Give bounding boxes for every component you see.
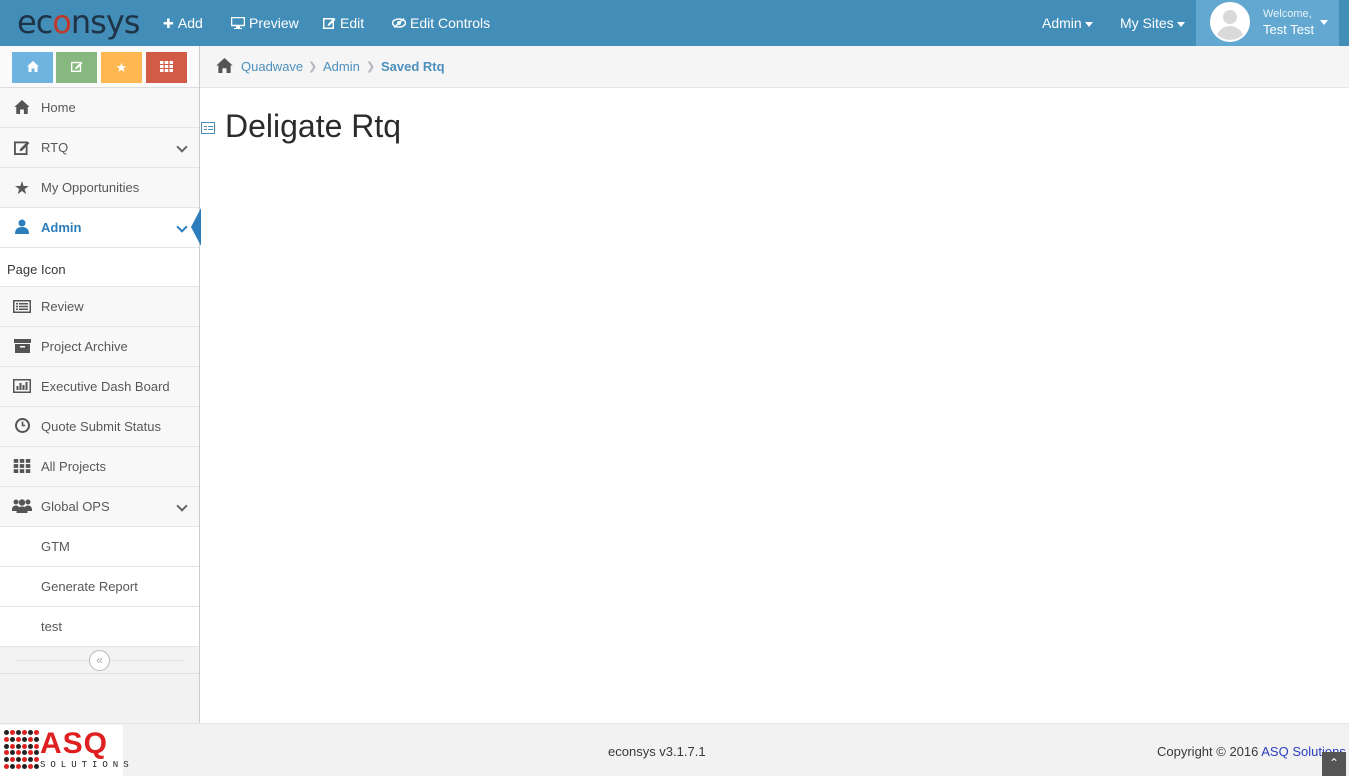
sidebar-item-label: Project Archive: [41, 339, 128, 354]
avatar: [1210, 2, 1250, 42]
sidebar: ★ Home RTQ ★ My Opportunities Admin Page…: [0, 46, 201, 723]
sidebar-subitem-gtm[interactable]: GTM: [0, 527, 199, 567]
edit-controls-button[interactable]: Edit Controls: [391, 0, 491, 47]
edit-icon: [323, 1, 336, 47]
home-icon: [12, 88, 32, 128]
sidebar-item-label: Review: [41, 299, 84, 314]
user-icon: [12, 208, 32, 248]
home-icon: [26, 61, 39, 72]
user-menu[interactable]: Welcome, Test Test: [1196, 0, 1339, 46]
sidebar-item-label: Home: [41, 100, 76, 115]
sidebar-item-label: My Opportunities: [41, 180, 140, 195]
shortcut-home-button[interactable]: [12, 52, 53, 83]
logo-subtext: SOLUTIONS: [40, 760, 134, 770]
my-sites-label: My Sites: [1120, 15, 1174, 31]
sidebar-item-review[interactable]: Review: [0, 287, 199, 327]
chevron-down-icon[interactable]: [176, 221, 188, 233]
footer: ASQ SOLUTIONS econsys v3.1.7.1 Copyright…: [0, 723, 1349, 776]
sidebar-item-label: All Projects: [41, 459, 107, 474]
username: Test Test: [1263, 22, 1315, 37]
asq-solutions-logo: ASQ SOLUTIONS: [0, 725, 129, 776]
sidebar-item-label: RTQ: [41, 140, 69, 155]
page-form-icon: [201, 122, 215, 134]
double-chevron-left-icon: «: [96, 653, 103, 667]
admin-dropdown-label: Admin: [1042, 15, 1082, 31]
sidebar-item-label: Quote Submit Status: [41, 419, 161, 434]
collapse-sidebar-button[interactable]: «: [89, 650, 110, 671]
add-label: Add: [177, 15, 203, 31]
copyright-prefix: Copyright © 2016: [1157, 744, 1259, 759]
grid-icon: [160, 61, 173, 72]
preview-label: Preview: [249, 15, 299, 31]
breadcrumb-quadwave-link[interactable]: Quadwave: [241, 46, 303, 88]
sidebar-subitem-generate-report[interactable]: Generate Report: [0, 567, 199, 607]
active-indicator: [191, 208, 201, 246]
caret-down-icon: [1320, 20, 1328, 25]
shortcut-star-button[interactable]: ★: [101, 52, 142, 83]
sidebar-item-quote-submit-status[interactable]: Quote Submit Status: [0, 407, 199, 447]
sidebar-item-global-ops[interactable]: Global OPS: [0, 487, 199, 527]
sidebar-item-rtq[interactable]: RTQ: [0, 128, 199, 168]
bar-chart-icon: [12, 367, 32, 407]
sidebar-item-home[interactable]: Home: [0, 88, 199, 128]
brand-logo[interactable]: econsys: [17, 3, 141, 41]
page-title: Deligate Rtq: [225, 108, 402, 144]
sidebar-shortcuts: ★: [0, 46, 199, 88]
breadcrumb-current: Saved Rtq: [381, 59, 445, 74]
star-icon: ★: [13, 178, 31, 198]
copyright-text: Copyright © 2016 ASQ Solutions: [1157, 744, 1349, 759]
edit-button[interactable]: Edit: [323, 0, 364, 46]
home-icon[interactable]: [216, 46, 233, 88]
caret-down-icon: [1084, 21, 1093, 27]
breadcrumb-admin-link[interactable]: Admin: [323, 46, 360, 88]
top-navbar: econsys ✚ Add Preview Edit Edit Controls …: [0, 0, 1349, 46]
edit-controls-label: Edit Controls: [410, 15, 491, 31]
desktop-icon: [230, 1, 246, 47]
caret-down-icon: [1176, 21, 1185, 27]
sidebar-item-label: Global OPS: [41, 499, 110, 514]
brand-text-pre: ec: [17, 3, 53, 41]
version-text: econsys v3.1.7.1: [608, 744, 706, 759]
admin-dropdown[interactable]: Admin: [1042, 0, 1093, 46]
logo-dots-icon: [4, 730, 39, 770]
shortcut-grid-button[interactable]: [146, 52, 187, 83]
chevron-down-icon[interactable]: [176, 500, 188, 512]
preview-button[interactable]: Preview: [230, 0, 299, 47]
plus-icon: ✚: [163, 16, 174, 31]
sidebar-item-all-projects[interactable]: All Projects: [0, 447, 199, 487]
grid-icon: [12, 447, 32, 487]
list-icon: [12, 287, 32, 327]
brand-text-o: o: [52, 3, 72, 41]
chevron-right-icon: ❯: [308, 61, 318, 73]
pencil-icon: [70, 61, 83, 72]
logo-text: ASQ: [40, 727, 109, 760]
edit-icon: [12, 128, 32, 168]
archive-icon: [12, 327, 32, 367]
eye-slash-icon: [391, 1, 407, 47]
sidebar-collapse-bar: «: [0, 647, 199, 674]
sidebar-item-project-archive[interactable]: Project Archive: [0, 327, 199, 367]
sidebar-item-my-opportunities[interactable]: ★ My Opportunities: [0, 168, 199, 208]
breadcrumb: Quadwave ❯ Admin ❯ Saved Rtq: [200, 46, 1349, 88]
my-sites-dropdown[interactable]: My Sites: [1120, 0, 1185, 46]
sidebar-subitem-test[interactable]: test: [0, 607, 199, 647]
sidebar-item-executive-dash-board[interactable]: Executive Dash Board: [0, 367, 199, 407]
double-chevron-up-icon: ⌃: [1328, 756, 1340, 770]
page-icon-header: Page Icon: [0, 248, 199, 287]
sidebar-item-admin[interactable]: Admin: [0, 208, 201, 248]
brand-text-post: nsys: [70, 3, 141, 41]
sidebar-item-label: Executive Dash Board: [41, 379, 170, 394]
clock-icon: [12, 407, 32, 447]
sidebar-item-label: Admin: [41, 220, 82, 235]
welcome-text: Welcome,: [1263, 8, 1312, 20]
star-icon: ★: [115, 60, 128, 75]
add-button[interactable]: ✚ Add: [163, 0, 203, 46]
scroll-to-top-button[interactable]: ⌃: [1322, 752, 1346, 776]
shortcut-edit-button[interactable]: [56, 52, 97, 83]
edit-label: Edit: [340, 15, 365, 31]
users-icon: [12, 487, 32, 527]
chevron-down-icon[interactable]: [176, 141, 188, 153]
chevron-right-icon: ❯: [366, 61, 376, 73]
